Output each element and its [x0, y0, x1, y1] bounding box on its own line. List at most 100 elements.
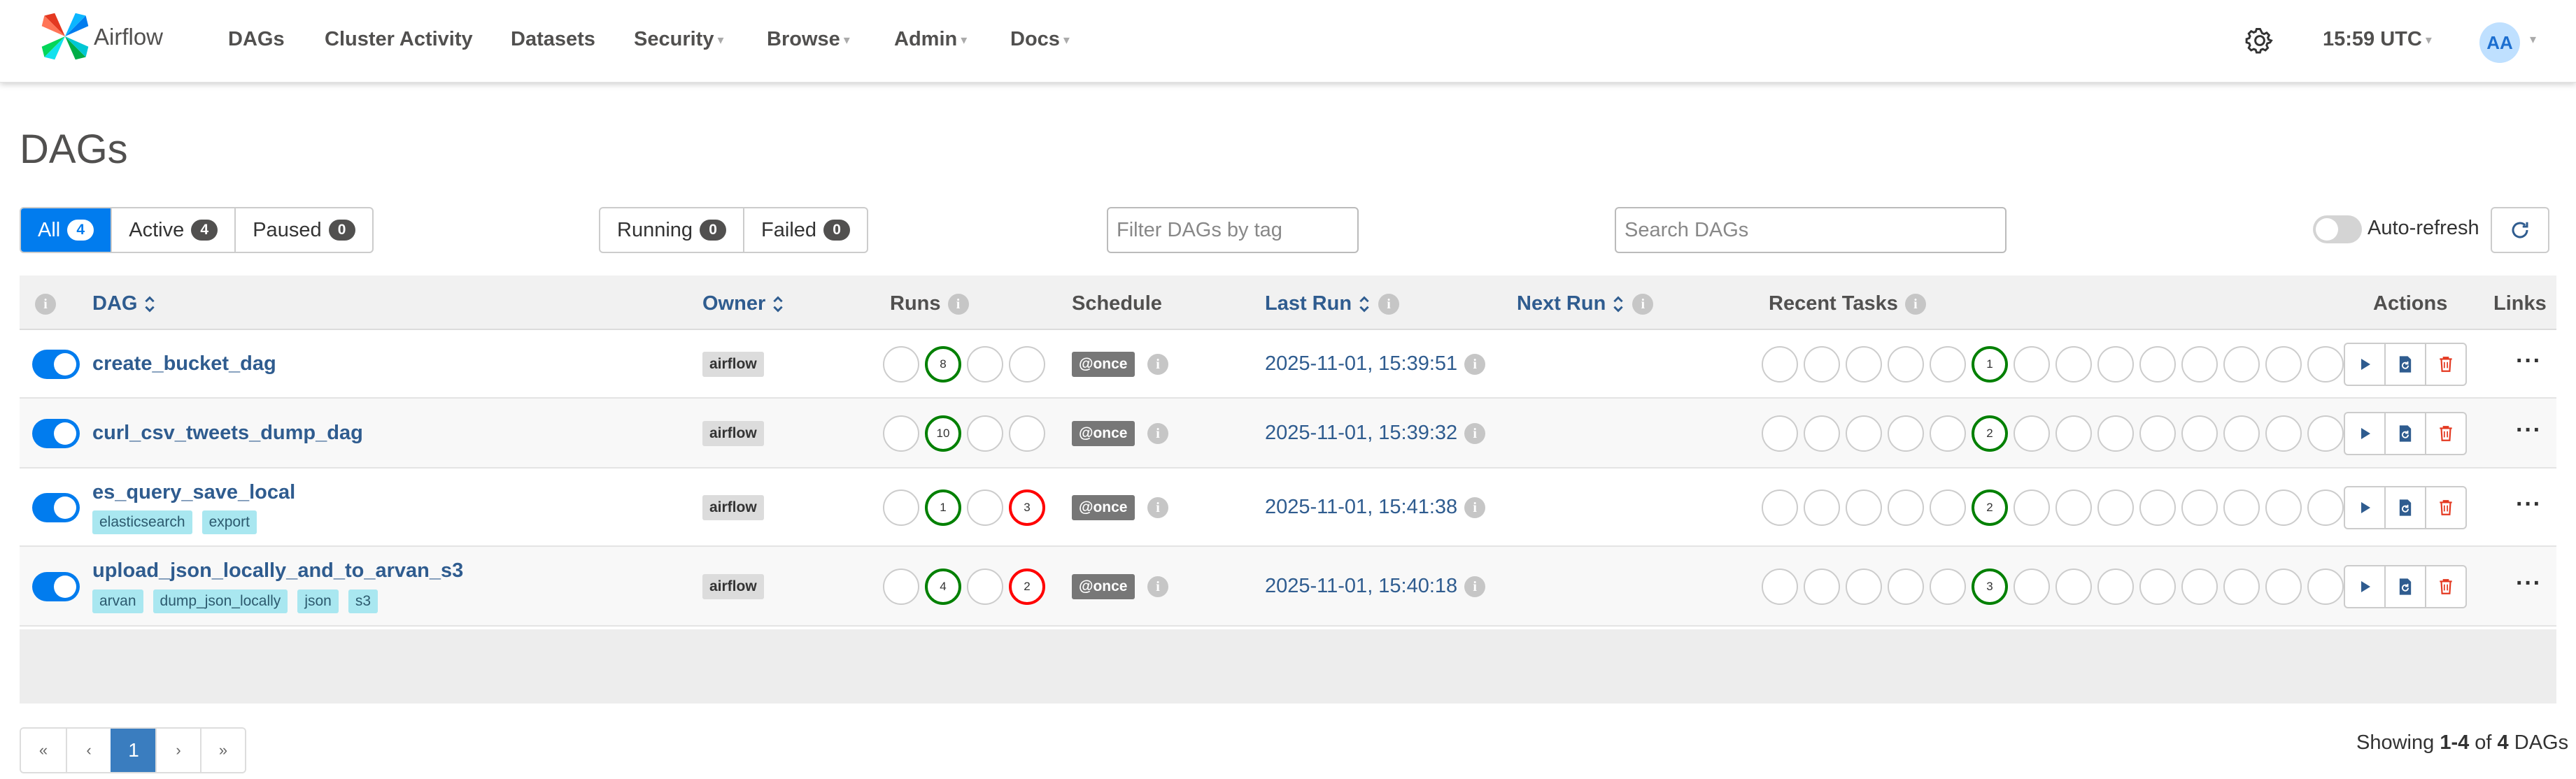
info-icon[interactable]: i — [1464, 423, 1486, 445]
last-run-link[interactable]: 2025-11-01, 15:39:32 i — [1265, 422, 1486, 445]
info-icon[interactable]: i — [1464, 497, 1486, 519]
utc-clock[interactable]: 15:59 UTC ▾ — [2323, 28, 2432, 51]
delete-dag-button[interactable] — [2425, 412, 2467, 455]
run-state-running[interactable] — [967, 415, 1003, 452]
filter-failed-button[interactable]: Failed 0 — [743, 208, 867, 252]
task-state-empty[interactable] — [1930, 489, 1966, 526]
schedule-badge[interactable]: @once — [1072, 352, 1135, 377]
task-state-empty[interactable] — [2181, 489, 2218, 526]
dag-tag[interactable]: arvan — [92, 589, 143, 613]
avatar[interactable]: AA — [2479, 22, 2520, 63]
dag-pause-toggle[interactable] — [32, 572, 80, 601]
dag-pause-toggle[interactable] — [32, 419, 80, 448]
dag-id-link[interactable]: curl_csv_tweets_dump_dag — [92, 422, 363, 445]
header-dag[interactable]: DAG — [92, 292, 157, 315]
trigger-dag-button[interactable] — [2344, 486, 2386, 529]
first-page-button[interactable]: « — [21, 729, 66, 772]
task-state-empty[interactable] — [2014, 415, 2050, 452]
nav-dags[interactable]: DAGs — [228, 28, 285, 51]
task-state-empty[interactable] — [2139, 569, 2176, 605]
task-state-empty[interactable] — [1846, 415, 1882, 452]
task-state-empty[interactable] — [1888, 346, 1924, 383]
refresh-dag-button[interactable] — [2384, 486, 2426, 529]
run-state-running[interactable] — [967, 489, 1003, 526]
task-state-empty[interactable] — [1930, 569, 1966, 605]
task-state-empty[interactable] — [1762, 415, 1798, 452]
task-state-empty[interactable] — [1762, 346, 1798, 383]
task-state-success[interactable]: 2 — [1972, 415, 2008, 452]
owner-badge[interactable]: airflow — [702, 574, 764, 599]
info-icon[interactable]: i — [1464, 576, 1486, 598]
airflow-logo-icon[interactable] — [39, 10, 91, 63]
gear-icon[interactable] — [2244, 25, 2275, 56]
owner-badge[interactable]: airflow — [702, 352, 764, 377]
task-state-empty[interactable] — [2265, 569, 2302, 605]
last-run-link[interactable]: 2025-11-01, 15:39:51 i — [1265, 352, 1486, 376]
header-next-run[interactable]: Next Run i — [1517, 292, 1654, 315]
info-icon[interactable]: i — [1147, 423, 1168, 444]
run-state-queued[interactable] — [883, 415, 919, 452]
nav-browse[interactable]: Browse ▾ — [767, 28, 850, 51]
nav-datasets[interactable]: Datasets — [511, 28, 595, 51]
more-links-icon[interactable]: ··· — [2516, 348, 2542, 375]
refresh-button[interactable] — [2491, 207, 2549, 253]
info-icon[interactable]: i — [1904, 294, 1926, 315]
header-owner[interactable]: Owner — [702, 292, 785, 315]
task-state-empty[interactable] — [2055, 346, 2092, 383]
task-state-empty[interactable] — [2265, 346, 2302, 383]
task-state-empty[interactable] — [1804, 346, 1840, 383]
select-all-info-icon[interactable]: i — [35, 292, 56, 315]
owner-badge[interactable]: airflow — [702, 421, 764, 446]
run-state-failed[interactable]: 3 — [1009, 489, 1045, 526]
task-state-empty[interactable] — [2014, 489, 2050, 526]
auto-refresh-toggle[interactable] — [2313, 215, 2362, 243]
info-icon[interactable]: i — [1464, 354, 1486, 376]
refresh-dag-button[interactable] — [2384, 412, 2426, 455]
run-state-failed[interactable] — [1009, 346, 1045, 383]
task-state-empty[interactable] — [2307, 489, 2344, 526]
run-state-success[interactable]: 8 — [925, 346, 961, 383]
task-state-empty[interactable] — [2055, 489, 2092, 526]
task-state-empty[interactable] — [1762, 489, 1798, 526]
run-state-running[interactable] — [967, 569, 1003, 605]
task-state-empty[interactable] — [1888, 415, 1924, 452]
dag-tag[interactable]: s3 — [348, 589, 378, 613]
task-state-empty[interactable] — [1804, 569, 1840, 605]
task-state-empty[interactable] — [2223, 346, 2260, 383]
task-state-empty[interactable] — [2181, 346, 2218, 383]
run-state-queued[interactable] — [883, 569, 919, 605]
brand-name[interactable]: Airflow — [94, 24, 163, 50]
task-state-empty[interactable] — [1762, 569, 1798, 605]
task-state-empty[interactable] — [1846, 569, 1882, 605]
delete-dag-button[interactable] — [2425, 486, 2467, 529]
dag-tag[interactable]: json — [297, 589, 339, 613]
info-icon[interactable]: i — [947, 294, 969, 315]
info-icon[interactable]: i — [1147, 497, 1168, 518]
info-icon[interactable]: i — [1147, 576, 1168, 597]
dag-tag[interactable]: export — [201, 510, 257, 534]
task-state-empty[interactable] — [2014, 346, 2050, 383]
chevron-down-icon[interactable]: ▾ — [2530, 32, 2536, 47]
task-state-empty[interactable] — [1846, 489, 1882, 526]
refresh-dag-button[interactable] — [2384, 565, 2426, 608]
task-state-success[interactable]: 3 — [1972, 569, 2008, 605]
task-state-empty[interactable] — [2181, 569, 2218, 605]
tag-filter-input[interactable] — [1107, 207, 1359, 253]
trigger-dag-button[interactable] — [2344, 412, 2386, 455]
prev-page-button[interactable]: ‹ — [66, 729, 111, 772]
task-state-empty[interactable] — [2097, 415, 2134, 452]
dag-id-link[interactable]: upload_json_locally_and_to_arvan_s3 — [92, 559, 463, 583]
filter-paused-button[interactable]: Paused 0 — [234, 208, 371, 252]
info-icon[interactable]: i — [1378, 294, 1400, 315]
task-state-empty[interactable] — [2139, 489, 2176, 526]
task-state-empty[interactable] — [2307, 569, 2344, 605]
nav-admin[interactable]: Admin ▾ — [894, 28, 967, 51]
dag-tag[interactable]: elasticsearch — [92, 510, 192, 534]
task-state-empty[interactable] — [1846, 346, 1882, 383]
filter-active-button[interactable]: Active 4 — [111, 208, 234, 252]
task-state-empty[interactable] — [2223, 415, 2260, 452]
task-state-success[interactable]: 1 — [1972, 346, 2008, 383]
info-icon[interactable]: i — [1147, 354, 1168, 375]
task-state-empty[interactable] — [2139, 346, 2176, 383]
run-state-failed[interactable]: 2 — [1009, 569, 1045, 605]
